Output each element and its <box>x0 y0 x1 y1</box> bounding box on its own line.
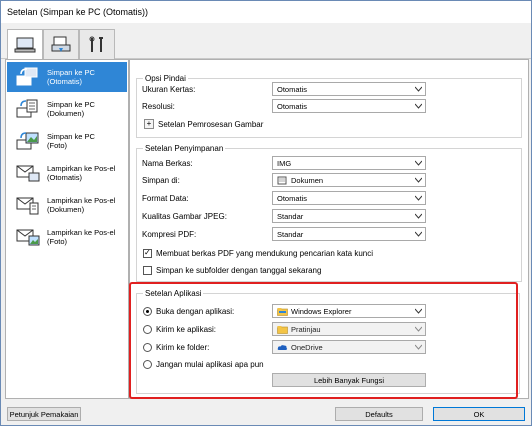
searchable-pdf-label: Membuat berkas PDF yang mendukung pencar… <box>156 249 374 258</box>
auto-save-icon <box>13 64 43 90</box>
pdf-compression-value: Standar <box>277 229 304 239</box>
documents-folder-icon <box>277 176 287 184</box>
sidebar-item-save-auto[interactable]: Simpan ke PC (Otomatis) <box>7 62 127 92</box>
resolution-select[interactable]: Otomatis <box>272 99 426 113</box>
sidebar: Simpan ke PC (Otomatis) Simpan ke PC (Do… <box>5 59 129 399</box>
chevron-down-icon <box>415 195 422 201</box>
chevron-down-icon <box>415 103 422 109</box>
tab-scanner[interactable] <box>43 29 79 59</box>
window-title: Setelan (Simpan ke PC (Otomatis)) <box>7 7 149 17</box>
save-in-value: Dokumen <box>291 175 324 185</box>
pdf-compression-label: Kompresi PDF: <box>142 230 197 239</box>
photo-save-icon <box>13 128 43 154</box>
email-photo-icon <box>13 224 43 250</box>
data-format-select[interactable]: Otomatis <box>272 191 426 205</box>
email-auto-icon <box>13 160 43 186</box>
sidebar-item-label: Simpan ke PC (Otomatis) <box>47 68 95 86</box>
sidebar-item-save-photo[interactable]: Simpan ke PC (Foto) <box>7 126 127 156</box>
tools-icon <box>89 36 103 52</box>
save-in-label: Simpan di: <box>142 176 180 185</box>
tab-strip <box>1 23 531 60</box>
pdf-compression-select[interactable]: Standar <box>272 227 426 241</box>
instructions-button[interactable]: Petunjuk Pemakaian <box>7 407 81 421</box>
data-format-value: Otomatis <box>277 193 308 203</box>
sidebar-item-label: Lampirkan ke Pos-el (Foto) <box>47 228 116 246</box>
tab-computer-scan[interactable] <box>7 29 43 60</box>
paper-size-value: Otomatis <box>277 84 308 94</box>
image-processing-label[interactable]: Setelan Pemrosesan Gambar <box>158 120 263 129</box>
sidebar-item-email-photo[interactable]: Lampirkan ke Pos-el (Foto) <box>7 222 127 252</box>
expand-image-processing-button[interactable]: + <box>144 119 154 129</box>
chevron-down-icon <box>415 160 422 166</box>
chevron-down-icon <box>415 86 422 92</box>
document-save-icon <box>13 96 43 122</box>
file-name-label: Nama Berkas: <box>142 159 193 168</box>
scan-options-title: Opsi Pindai <box>143 74 188 83</box>
sidebar-item-email-auto[interactable]: Lampirkan ke Pos-el (Otomatis) <box>7 158 127 188</box>
computer-scan-icon <box>14 37 36 53</box>
settings-window: Setelan (Simpan ke PC (Otomatis)) Simpan… <box>0 0 532 426</box>
sidebar-item-email-document[interactable]: Lampirkan ke Pos-el (Dokumen) <box>7 190 127 220</box>
subfolder-checkbox[interactable] <box>143 266 152 275</box>
searchable-pdf-checkbox[interactable] <box>143 248 152 258</box>
jpeg-quality-value: Standar <box>277 211 304 221</box>
ok-button[interactable]: OK <box>433 407 525 421</box>
file-name-select[interactable]: IMG <box>272 156 426 170</box>
resolution-value: Otomatis <box>277 101 308 111</box>
email-document-icon <box>13 192 43 218</box>
title-bar: Setelan (Simpan ke PC (Otomatis)) <box>1 1 531 23</box>
chevron-down-icon <box>415 213 422 219</box>
sidebar-item-label: Lampirkan ke Pos-el (Dokumen) <box>47 196 116 214</box>
paper-size-select[interactable]: Otomatis <box>272 82 426 96</box>
sidebar-item-save-document[interactable]: Simpan ke PC (Dokumen) <box>7 94 127 124</box>
sidebar-item-label: Simpan ke PC (Foto) <box>47 132 95 150</box>
sidebar-item-label: Simpan ke PC (Dokumen) <box>47 100 95 118</box>
save-settings-title: Setelan Penyimpanan <box>143 144 226 153</box>
save-in-select[interactable]: Dokumen <box>272 173 426 187</box>
resolution-label: Resolusi: <box>142 102 175 111</box>
chevron-down-icon <box>415 231 422 237</box>
paper-size-label: Ukuran Kertas: <box>142 85 196 94</box>
file-name-value: IMG <box>277 158 292 168</box>
tab-tools[interactable] <box>79 29 115 59</box>
data-format-label: Format Data: <box>142 194 189 203</box>
jpeg-quality-label: Kualitas Gambar JPEG: <box>142 212 227 221</box>
subfolder-label: Simpan ke subfolder dengan tanggal sekar… <box>156 266 322 275</box>
sidebar-item-label: Lampirkan ke Pos-el (Otomatis) <box>47 164 116 182</box>
chevron-down-icon <box>415 177 422 183</box>
defaults-button[interactable]: Defaults <box>335 407 423 421</box>
highlight-frame <box>129 282 518 399</box>
scanner-icon <box>51 36 71 52</box>
jpeg-quality-select[interactable]: Standar <box>272 209 426 223</box>
